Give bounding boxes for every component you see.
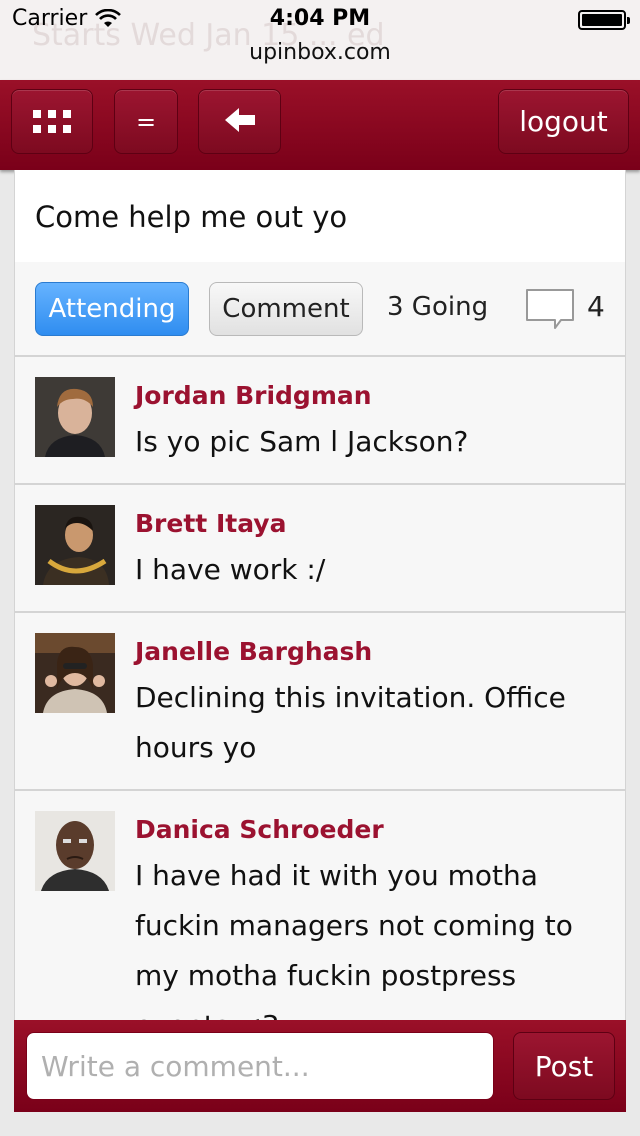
clock: 4:04 PM: [269, 6, 371, 31]
event-description: Come help me out yo: [15, 170, 625, 262]
comment-item: Danica Schroeder I have had it with you …: [15, 791, 625, 1020]
comment-input[interactable]: [26, 1032, 494, 1100]
comment-composer: Post: [14, 1020, 626, 1112]
attending-button[interactable]: Attending: [35, 282, 189, 336]
comment-count: 4: [587, 290, 605, 323]
logout-button[interactable]: logout: [498, 89, 629, 154]
event-actions: Attending Comment 3 Going 4: [15, 262, 625, 357]
grid-menu-button[interactable]: [11, 89, 93, 154]
post-button[interactable]: Post: [513, 1032, 615, 1100]
back-arrow-icon: [224, 107, 255, 136]
status-bar: Starts Wed Jan 15 ... ed Carrier 4:04 PM…: [0, 0, 640, 80]
top-nav: = logout: [0, 80, 640, 170]
back-button[interactable]: [198, 89, 281, 154]
comment-text: Declining this invitation. Office hours …: [135, 681, 566, 764]
comment-item: Jordan Bridgman Is yo pic Sam l Jackson?: [15, 357, 625, 485]
screen: Starts Wed Jan 15 ... ed Carrier 4:04 PM…: [0, 0, 640, 1136]
event-detail: Come help me out yo Attending Comment 3 …: [14, 170, 626, 1020]
avatar: [35, 377, 115, 457]
comment-author[interactable]: Danica Schroeder: [135, 815, 384, 844]
comment-author[interactable]: Jordan Bridgman: [135, 381, 372, 410]
menu-button[interactable]: =: [114, 89, 178, 154]
comment-button[interactable]: Comment: [209, 282, 363, 336]
avatar: [35, 505, 115, 585]
comment-text: Is yo pic Sam l Jackson?: [135, 425, 469, 458]
comment-author[interactable]: Brett Itaya: [135, 509, 286, 538]
url-label[interactable]: upinbox.com: [0, 40, 640, 65]
battery-icon: [578, 10, 630, 30]
comment-item: Brett Itaya I have work :/: [15, 485, 625, 613]
avatar: [35, 811, 115, 891]
going-count[interactable]: 3 Going: [387, 292, 488, 322]
grid-icon: [33, 110, 71, 133]
comment-bubble-icon: [526, 289, 574, 329]
comment-item: Janelle Barghash Declining this invitati…: [15, 613, 625, 791]
comment-author[interactable]: Janelle Barghash: [135, 637, 372, 666]
comment-text: I have had it with you motha fuckin mana…: [135, 859, 573, 1020]
comment-text: I have work :/: [135, 553, 326, 586]
avatar: [35, 633, 115, 713]
